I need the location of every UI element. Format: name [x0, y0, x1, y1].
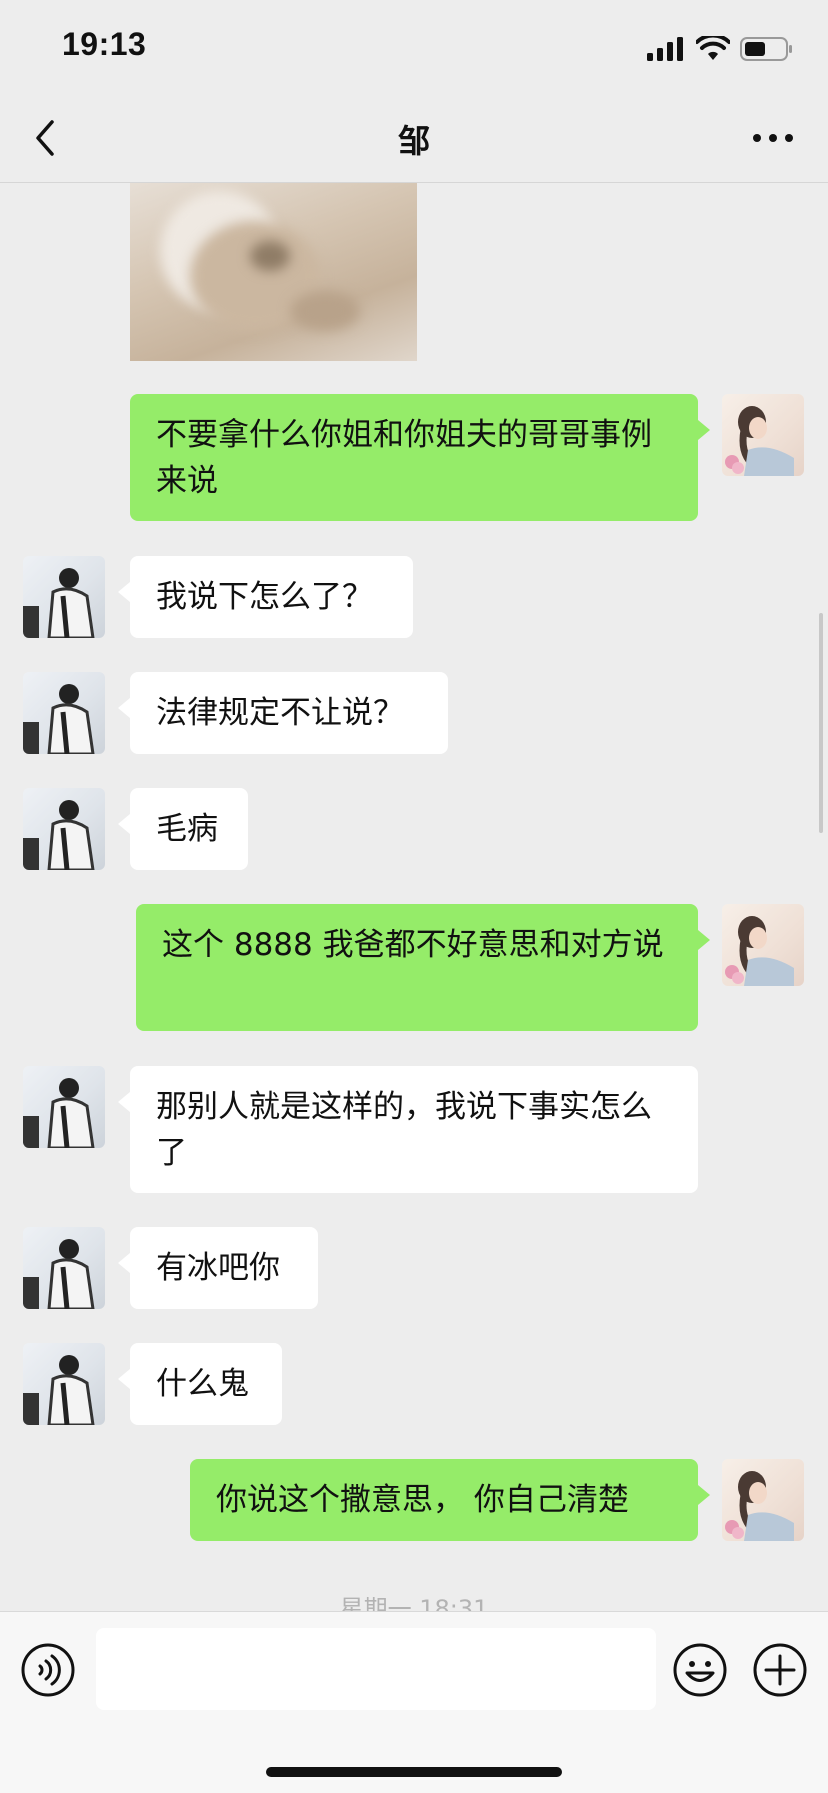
- message-bubble-received[interactable]: 毛病: [118, 788, 248, 870]
- more-options-icon[interactable]: [748, 116, 798, 160]
- message-text: 不要拿什么你姐和你姐夫的哥哥事例来说: [156, 417, 652, 499]
- chat-title: 邹: [397, 122, 430, 160]
- message-text: 你说这个撒意思， 你自己清楚: [216, 1482, 629, 1518]
- avatar-person-icon: [23, 684, 95, 754]
- avatar-person-icon: [23, 1355, 95, 1425]
- message-bubble-received[interactable]: 我说下怎么了？: [118, 556, 413, 638]
- emoji-icon[interactable]: [672, 1642, 728, 1698]
- my-avatar[interactable]: [722, 394, 804, 476]
- friend-avatar[interactable]: [23, 788, 105, 870]
- friend-avatar[interactable]: [23, 672, 105, 754]
- message-timestamp: 星期一 18:31: [339, 1595, 489, 1611]
- avatar-person-icon: [23, 1239, 95, 1309]
- message-bubble-received[interactable]: 什么鬼: [118, 1343, 282, 1425]
- avatar-girl-icon: [725, 1471, 794, 1541]
- message-text: 那别人就是这样的，我说下事实怎么了: [156, 1089, 652, 1171]
- message-bubble-received[interactable]: 法律规定不让说？: [118, 672, 448, 754]
- status-icons: [646, 34, 794, 64]
- home-indicator[interactable]: [266, 1767, 562, 1777]
- status-bar: 19:13: [0, 0, 828, 96]
- friend-avatar[interactable]: [23, 1066, 105, 1148]
- message-bubble-sent[interactable]: 不要拿什么你姐和你姐夫的哥哥事例来说: [130, 394, 710, 521]
- friend-avatar[interactable]: [23, 1227, 105, 1309]
- image-message[interactable]: [130, 183, 417, 361]
- wifi-icon: [696, 36, 730, 60]
- my-avatar[interactable]: [722, 904, 804, 986]
- avatar-girl-icon: [725, 916, 794, 986]
- message-bubble-sent[interactable]: 这个 8888 我爸都不好意思和对方说: [136, 904, 710, 1031]
- chat-message-list[interactable]: 不要拿什么你姐和你姐夫的哥哥事例来说 我说下怎么了？ 法律规定不让说？ 毛病 这…: [0, 183, 828, 1611]
- message-text: 有冰吧你: [156, 1250, 280, 1286]
- message-text: 我说下怎么了？: [156, 579, 373, 615]
- message-text: 毛病: [156, 811, 218, 847]
- message-text: 这个 8888 我爸都不好意思和对方说: [162, 927, 664, 963]
- message-bubble-sent[interactable]: 你说这个撒意思， 你自己清楚: [190, 1459, 710, 1541]
- avatar-person-icon: [23, 800, 95, 870]
- friend-avatar[interactable]: [23, 556, 105, 638]
- message-text: 什么鬼: [156, 1366, 249, 1402]
- status-time: 19:13: [62, 26, 147, 62]
- message-bubble-received[interactable]: 那别人就是这样的，我说下事实怎么了: [118, 1066, 698, 1193]
- avatar-person-icon: [23, 568, 95, 638]
- message-input[interactable]: [96, 1628, 656, 1710]
- friend-avatar[interactable]: [23, 1343, 105, 1425]
- scrollbar[interactable]: [819, 613, 823, 833]
- my-avatar[interactable]: [722, 1459, 804, 1541]
- input-bar: [0, 1611, 828, 1793]
- plus-icon[interactable]: [752, 1642, 808, 1698]
- message-text: 法律规定不让说？: [156, 695, 404, 731]
- battery-icon: [740, 37, 792, 61]
- message-bubble-received[interactable]: 有冰吧你: [118, 1227, 318, 1309]
- cellular-signal-icon: [647, 37, 683, 61]
- avatar-girl-icon: [725, 406, 794, 476]
- avatar-person-icon: [23, 1078, 95, 1148]
- nav-bar: 邹: [0, 96, 828, 183]
- voice-input-icon[interactable]: [20, 1642, 76, 1698]
